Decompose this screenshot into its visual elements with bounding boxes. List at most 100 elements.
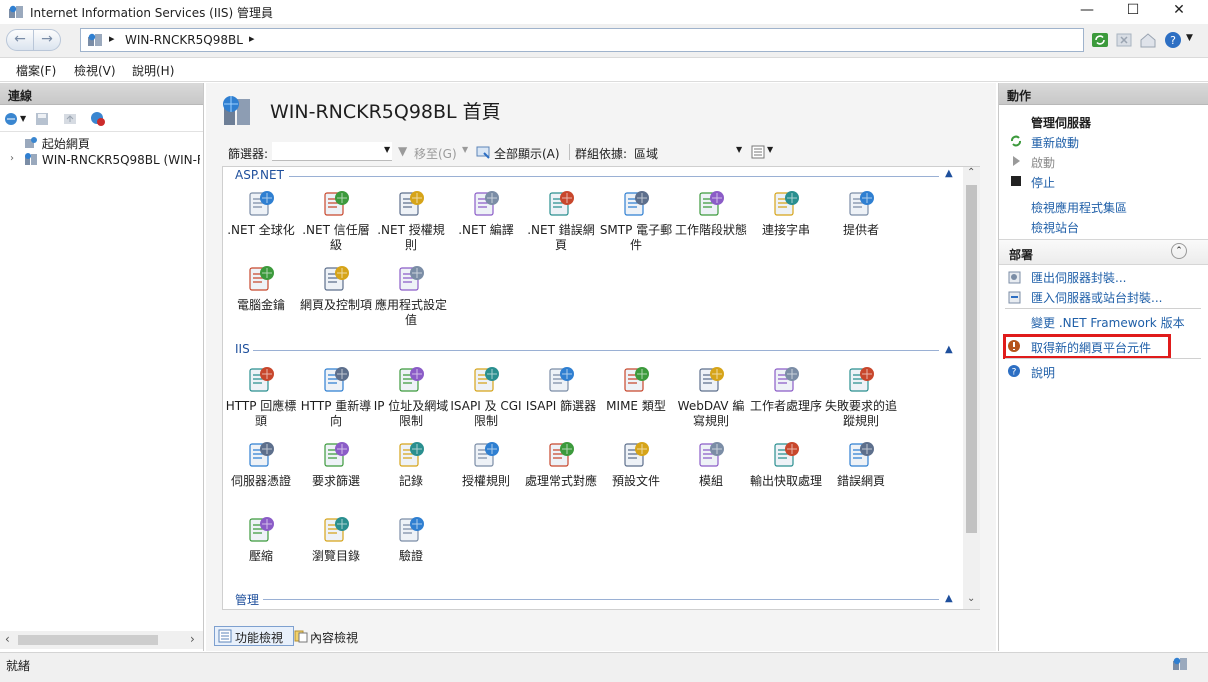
view-app-pools-link[interactable]: 檢視應用程式集區 [1031, 199, 1127, 216]
get-web-platform-components-link[interactable]: 取得新的網頁平台元件 [1031, 339, 1151, 356]
tree-item-server[interactable]: WIN-RNCKR5Q98BL (WIN-F [24, 152, 200, 167]
feature-tile[interactable]: ISAPI 篩選器 [523, 363, 599, 414]
goto-dropdown-icon[interactable]: ▼ [462, 145, 468, 154]
tree-item-start-page[interactable]: 起始網頁 [24, 135, 90, 152]
feature-tile[interactable]: 提供者 [823, 187, 899, 238]
feature-tile[interactable]: 失敗要求的追蹤規則 [823, 363, 899, 429]
scrollbar-thumb[interactable] [966, 185, 977, 533]
feature-tile[interactable]: .NET 授權規則 [373, 187, 449, 253]
start-link[interactable]: 啟動 [1031, 154, 1055, 171]
feature-tile[interactable]: WebDAV 編寫規則 [673, 363, 749, 429]
restart-link[interactable]: 重新啟動 [1031, 134, 1079, 151]
feature-tile[interactable]: .NET 全球化 [223, 187, 299, 238]
back-button[interactable]: ← [6, 29, 34, 51]
page-title: WIN-RNCKR5Q98BL 首頁 [270, 101, 501, 123]
close-button[interactable]: ✕ [1156, 0, 1202, 22]
feature-tile[interactable]: 瀏覽目錄 [298, 513, 374, 564]
feature-tile[interactable]: .NET 錯誤網頁 [523, 187, 599, 253]
tree-expand-icon[interactable]: › [10, 153, 14, 164]
feature-tile[interactable]: 工作者處理序 [748, 363, 824, 414]
remove-connection-icon[interactable] [90, 111, 106, 127]
group-header-aspnet[interactable]: ASP.NET [235, 168, 284, 182]
group-by-select[interactable]: 區域 [634, 145, 658, 162]
feature-tile[interactable]: 伺服器憑證 [223, 438, 299, 489]
feature-tile[interactable]: 處理常式對應 [523, 438, 599, 489]
menu-view[interactable]: 檢視(V) [74, 62, 116, 79]
show-all-button[interactable]: 全部顯示(A) [494, 145, 560, 162]
scrollbar-thumb[interactable] [18, 635, 158, 645]
feature-tile[interactable]: 記錄 [373, 438, 449, 489]
scroll-up-icon[interactable]: ⌃ [967, 167, 975, 178]
feature-tile[interactable]: MIME 類型 [598, 363, 674, 414]
scroll-left-icon[interactable]: ‹ [5, 632, 10, 646]
up-icon[interactable] [62, 111, 78, 127]
feature-tile[interactable]: SMTP 電子郵件 [598, 187, 674, 253]
save-icon[interactable] [34, 111, 50, 127]
feature-tile[interactable]: 工作階段狀態 [673, 187, 749, 238]
change-net-version-link[interactable]: 變更 .NET Framework 版本 [1031, 314, 1185, 331]
collapse-iis-icon[interactable]: ▲ [945, 344, 953, 355]
feature-tile[interactable]: 輸出快取處理 [748, 438, 824, 489]
menu-file[interactable]: 檔案(F) [16, 62, 56, 79]
address-bar[interactable]: ▸ WIN-RNCKR5Q98BL ▸ [80, 28, 1084, 52]
home-icon[interactable] [1138, 30, 1158, 50]
feature-tile[interactable]: 壓縮 [223, 513, 299, 564]
feature-tile[interactable]: 電腦金鑰 [223, 262, 299, 313]
help-icon[interactable]: ? [1163, 30, 1183, 50]
feature-tile[interactable]: 驗證 [373, 513, 449, 564]
view-mode-dropdown-icon[interactable]: ▼ [767, 145, 773, 154]
stop-icon[interactable] [1114, 30, 1134, 50]
view-sites-link[interactable]: 檢視站台 [1031, 219, 1079, 236]
menu-help[interactable]: 說明(H) [132, 62, 174, 79]
feature-tile[interactable]: 授權規則 [448, 438, 524, 489]
feature-tile[interactable]: .NET 編譯 [448, 187, 524, 238]
filter-dropdown-icon[interactable]: ▼ [384, 145, 390, 154]
breadcrumb-chevron-icon[interactable]: ▸ [249, 32, 255, 45]
help-link[interactable]: 說明 [1031, 364, 1055, 381]
horizontal-scrollbar[interactable]: ‹ › [0, 631, 203, 649]
connect-icon[interactable] [4, 111, 20, 127]
goto-button[interactable]: 移至(G) [414, 145, 457, 162]
feature-tile[interactable]: 網頁及控制項 [298, 262, 374, 313]
vertical-scrollbar[interactable]: ⌃ ⌄ [963, 167, 980, 609]
feature-tile[interactable]: 連接字串 [748, 187, 824, 238]
feature-tile[interactable]: HTTP 回應標頭 [223, 363, 299, 429]
feature-tile[interactable]: HTTP 重新導向 [298, 363, 374, 429]
view-mode-icon[interactable] [750, 144, 766, 160]
feature-tile[interactable]: .NET 信任層級 [298, 187, 374, 253]
import-package-link[interactable]: 匯入伺服器或站台封裝... [1031, 289, 1162, 306]
collapse-aspnet-icon[interactable]: ▲ [945, 168, 953, 179]
refresh-icon[interactable] [1090, 30, 1110, 50]
actions-divider [1005, 308, 1201, 309]
scroll-down-icon[interactable]: ⌄ [967, 593, 975, 604]
feature-tile[interactable]: 應用程式設定值 [373, 262, 449, 328]
connect-dropdown-icon[interactable]: ▼ [20, 114, 26, 123]
redirect-icon [324, 367, 349, 392]
minimize-button[interactable]: — [1064, 0, 1110, 22]
filter-toolbar: 篩選器: ▼ ▼ 移至(G) ▼ 全部顯示(A) 群組依據: 區域 ▼ ▼ [222, 141, 980, 163]
forward-button[interactable]: → [33, 29, 61, 51]
request-filter-icon [324, 442, 349, 467]
maximize-button[interactable]: ☐ [1110, 0, 1156, 22]
group-by-dropdown-icon[interactable]: ▼ [736, 145, 742, 154]
help-dropdown-icon[interactable]: ▼ [1186, 33, 1193, 43]
stop-link[interactable]: 停止 [1031, 174, 1055, 191]
collapse-management-icon[interactable]: ▲ [945, 593, 953, 604]
feature-tile[interactable]: IP 位址及網域限制 [373, 363, 449, 429]
tab-features-view[interactable]: 功能檢視 [214, 626, 294, 646]
feature-tile[interactable]: 模組 [673, 438, 749, 489]
address-path[interactable]: WIN-RNCKR5Q98BL [125, 33, 243, 47]
isapi-icon [549, 367, 574, 392]
group-header-management[interactable]: 管理 [235, 591, 259, 608]
feature-tile[interactable]: 預設文件 [598, 438, 674, 489]
group-header-iis[interactable]: IIS [235, 342, 250, 356]
feature-tile[interactable]: 錯誤網頁 [823, 438, 899, 489]
feature-tile[interactable]: ISAPI 及 CGI 限制 [448, 363, 524, 429]
tab-content-view[interactable]: 內容檢視 [294, 627, 374, 647]
modules-icon [699, 442, 724, 467]
collapse-deploy-icon[interactable]: ⌃ [1171, 243, 1187, 259]
feature-tile[interactable]: 要求篩選 [298, 438, 374, 489]
filter-input[interactable] [272, 142, 392, 161]
scroll-right-icon[interactable]: › [190, 632, 195, 646]
export-package-link[interactable]: 匯出伺服器封裝... [1031, 269, 1126, 286]
